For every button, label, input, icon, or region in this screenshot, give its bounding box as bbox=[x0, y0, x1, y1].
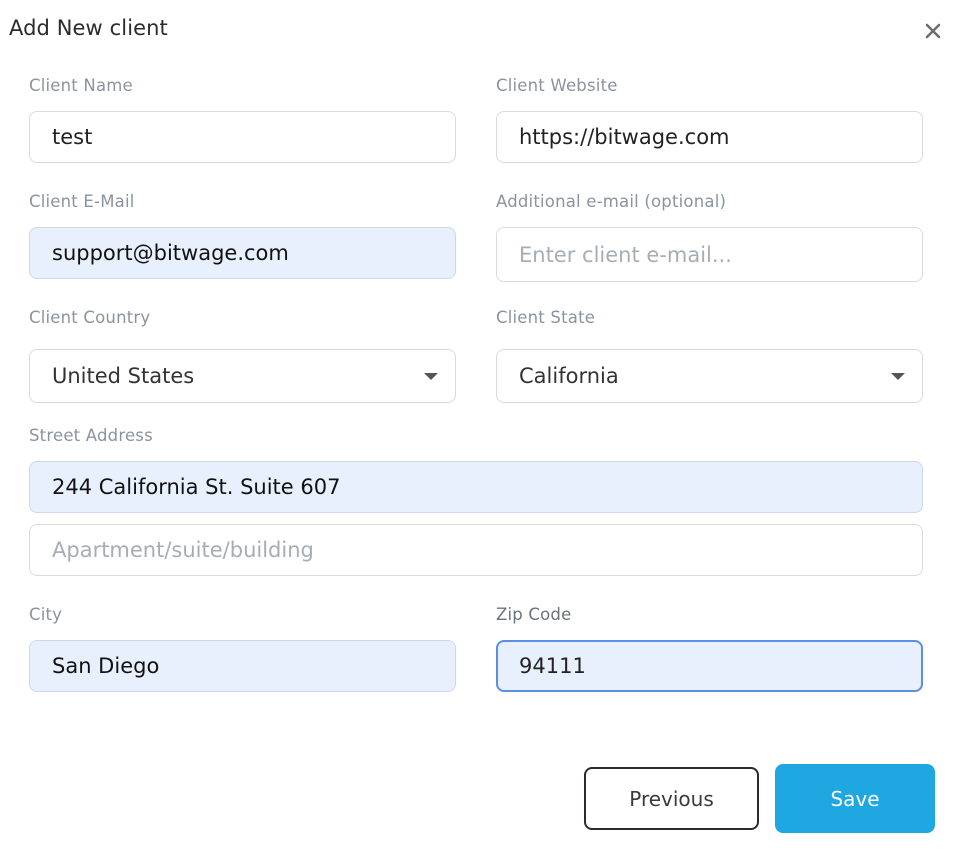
client-website-label: Client Website bbox=[496, 76, 618, 95]
additional-email-label: Additional e-mail (optional) bbox=[496, 192, 727, 211]
street-address-value: 244 California St. Suite 607 bbox=[52, 475, 341, 499]
zip-code-input[interactable]: 94111 bbox=[496, 640, 923, 692]
client-name-value: test bbox=[52, 125, 93, 149]
client-email-label: Client E-Mail bbox=[29, 192, 135, 211]
save-button[interactable]: Save bbox=[775, 764, 935, 833]
client-email-input[interactable]: support@bitwage.com bbox=[29, 227, 456, 279]
close-icon bbox=[925, 23, 941, 39]
client-country-label: Client Country bbox=[29, 308, 151, 327]
client-country-value: United States bbox=[52, 364, 195, 388]
previous-button-label: Previous bbox=[629, 786, 714, 811]
city-input[interactable]: San Diego bbox=[29, 640, 456, 692]
address-line2-placeholder: Apartment/suite/building bbox=[52, 538, 314, 562]
street-address-label: Street Address bbox=[29, 426, 153, 445]
client-website-input[interactable]: https://bitwage.com bbox=[496, 111, 923, 163]
client-state-value: California bbox=[519, 364, 619, 388]
previous-button[interactable]: Previous bbox=[584, 767, 759, 830]
street-address-input[interactable]: 244 California St. Suite 607 bbox=[29, 461, 923, 513]
additional-email-input[interactable]: Enter client e-mail... bbox=[496, 227, 923, 282]
city-label: City bbox=[29, 605, 63, 624]
save-button-label: Save bbox=[830, 786, 880, 811]
client-email-value: support@bitwage.com bbox=[52, 241, 289, 265]
client-website-value: https://bitwage.com bbox=[519, 125, 730, 149]
zip-code-value: 94111 bbox=[519, 654, 586, 678]
chevron-down-icon bbox=[891, 372, 905, 380]
client-country-select[interactable]: United States bbox=[29, 349, 456, 403]
client-state-label: Client State bbox=[496, 308, 596, 327]
close-button[interactable] bbox=[920, 18, 946, 44]
additional-email-placeholder: Enter client e-mail... bbox=[519, 242, 732, 267]
zip-code-label: Zip Code bbox=[496, 605, 572, 624]
client-name-input[interactable]: test bbox=[29, 111, 456, 163]
address-line2-input[interactable]: Apartment/suite/building bbox=[29, 524, 923, 576]
client-name-label: Client Name bbox=[29, 76, 133, 95]
city-value: San Diego bbox=[52, 654, 160, 678]
chevron-down-icon bbox=[424, 372, 438, 380]
add-client-dialog: Add New client Client Name test Client W… bbox=[0, 0, 958, 854]
dialog-title: Add New client bbox=[9, 16, 168, 40]
client-state-select[interactable]: California bbox=[496, 349, 923, 403]
